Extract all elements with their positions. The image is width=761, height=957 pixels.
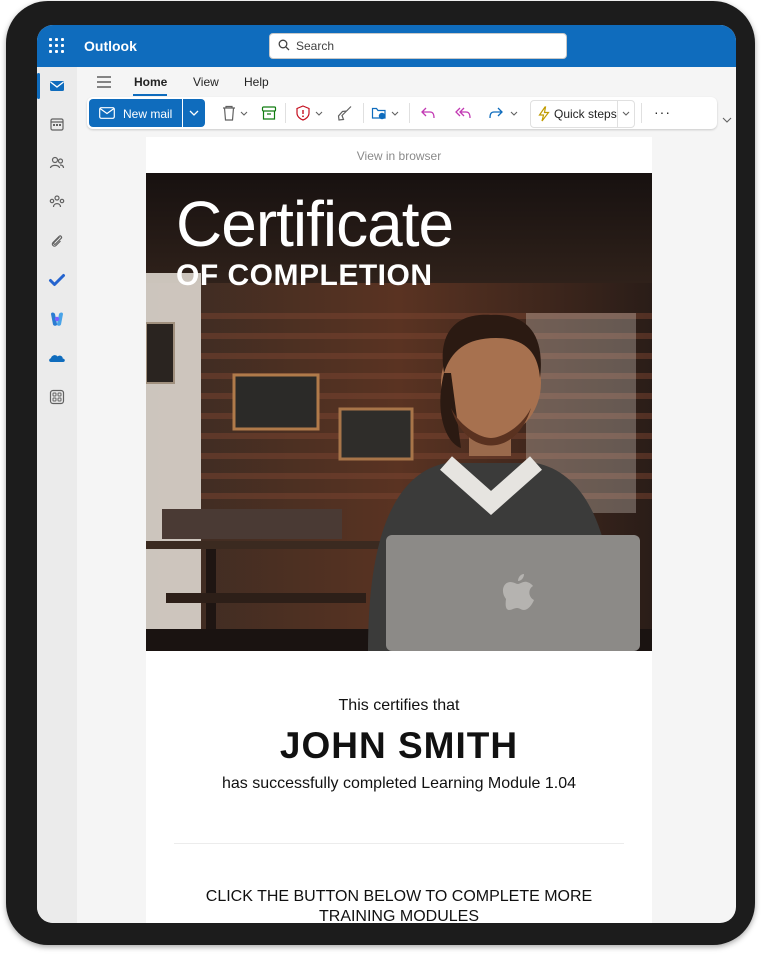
certificate-title: Certificate (176, 188, 454, 260)
quick-steps-label: Quick steps (554, 107, 617, 121)
app-header: Outlook Search (37, 25, 736, 67)
search-icon (278, 39, 290, 51)
ribbon-separator (409, 103, 410, 123)
search-box[interactable]: Search (269, 33, 567, 59)
app-title[interactable]: Outlook (84, 38, 137, 54)
mail-icon[interactable] (47, 76, 67, 96)
reply-icon[interactable] (420, 105, 436, 121)
reply-all-icon[interactable] (454, 105, 472, 121)
view-in-browser-link[interactable]: View in browser (146, 149, 652, 163)
onedrive-icon[interactable] (47, 348, 67, 368)
search-input[interactable]: Search (296, 39, 334, 53)
calendar-icon[interactable] (47, 114, 67, 134)
outlook-window: Outlook Search Home View Help New mail Q… (37, 25, 736, 923)
todo-icon[interactable] (47, 270, 67, 290)
active-indicator (37, 73, 40, 99)
ribbon-expand-icon[interactable] (721, 115, 733, 125)
groups-icon[interactable] (47, 192, 67, 212)
copilot-icon[interactable] (47, 309, 67, 329)
ribbon-toolbar: New mail Quick steps ··· (87, 97, 717, 129)
delete-icon[interactable] (221, 105, 249, 121)
completion-text: has successfully completed Learning Modu… (222, 775, 576, 792)
tab-help[interactable]: Help (244, 75, 269, 89)
certifies-text: This certifies that (338, 697, 460, 714)
ribbon-separator (285, 103, 286, 123)
forward-icon[interactable] (488, 105, 520, 121)
archive-icon[interactable] (261, 105, 277, 121)
tab-home-underline (133, 94, 167, 96)
more-options-button[interactable]: ··· (654, 104, 671, 120)
ribbon-separator (641, 103, 642, 123)
hero-image: Certificate OF COMPLETION (146, 173, 652, 651)
ribbon-separator (363, 103, 364, 123)
apps-icon[interactable] (47, 387, 67, 407)
certificate-subtitle: OF COMPLETION (176, 259, 433, 292)
new-mail-button[interactable]: New mail (89, 99, 182, 127)
left-rail (37, 67, 77, 923)
new-mail-label: New mail (123, 107, 173, 121)
people-icon[interactable] (47, 153, 67, 173)
ribbon-tabs: Home View Help (77, 67, 736, 97)
menu-icon[interactable] (97, 76, 111, 88)
new-mail-dropdown[interactable] (183, 99, 205, 127)
chevron-down-icon (189, 110, 199, 116)
attachment-icon[interactable] (47, 231, 67, 251)
move-to-icon[interactable] (371, 105, 401, 121)
section-divider (174, 843, 624, 844)
chevron-down-icon (622, 111, 630, 116)
tablet-frame: Outlook Search Home View Help New mail Q… (6, 1, 755, 945)
sweep-icon[interactable] (337, 105, 353, 121)
email-body: View in browser Certificate OF COMPLETIO… (146, 137, 652, 923)
cta-text: CLICK THE BUTTON BELOW TO COMPLETE MORE … (205, 888, 593, 923)
tab-home[interactable]: Home (134, 75, 167, 89)
quick-steps-button[interactable]: Quick steps (530, 100, 635, 128)
recipient-name: JOHN SMITH (279, 725, 519, 766)
app-launcher-icon[interactable] (49, 38, 65, 54)
new-mail-icon (99, 107, 115, 119)
lightning-icon (538, 106, 550, 122)
report-icon[interactable] (295, 105, 325, 121)
tab-view[interactable]: View (193, 75, 219, 89)
